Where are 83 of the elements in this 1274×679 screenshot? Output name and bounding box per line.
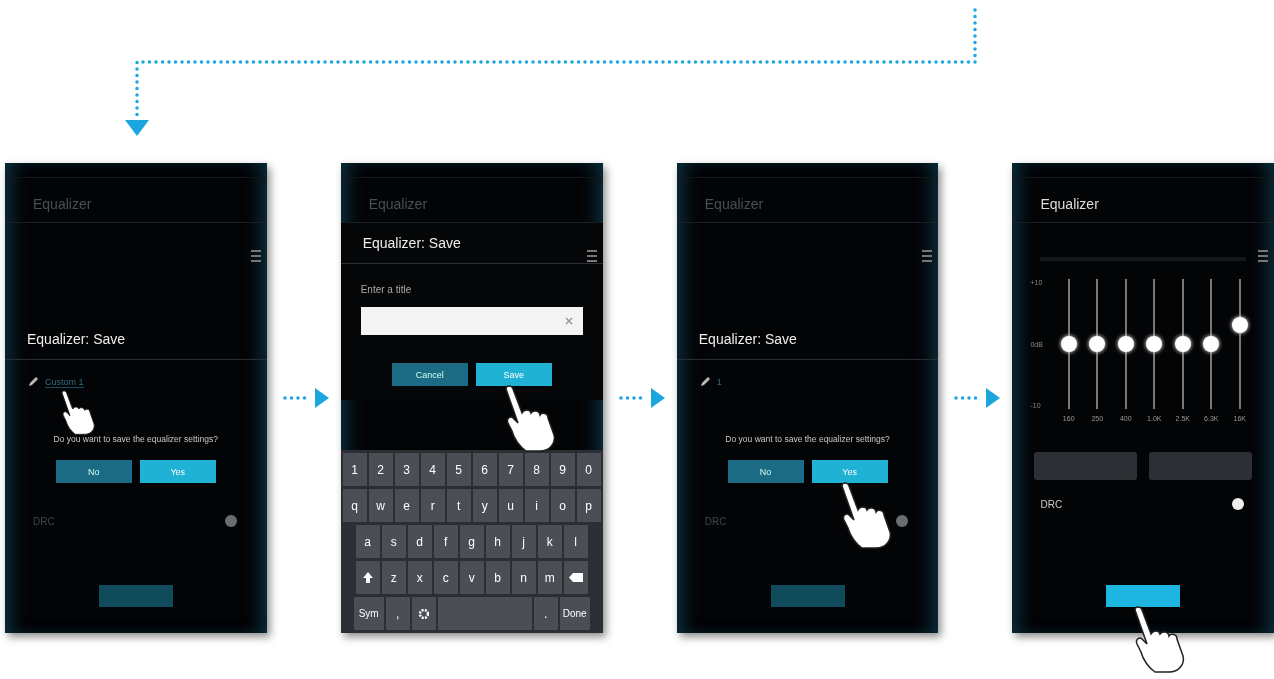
preset-name-field[interactable]: 1 <box>716 376 722 388</box>
keyboard-key[interactable]: 3 <box>394 453 419 486</box>
menu-icon[interactable] <box>586 249 597 263</box>
gear-icon <box>418 608 429 619</box>
dialog-message: Do you want to save the equalizer settings? <box>52 434 219 446</box>
keyboard-key[interactable]: h <box>485 525 510 558</box>
keyboard-key[interactable]: z <box>381 561 406 594</box>
keyboard-key[interactable]: 0 <box>576 453 601 486</box>
keyboard-key[interactable]: f <box>433 525 458 558</box>
slider-thumb[interactable] <box>1174 336 1191 352</box>
slider-thumb[interactable] <box>1060 336 1077 352</box>
screen-title: Equalizer <box>5 178 267 223</box>
menu-icon[interactable] <box>250 249 261 263</box>
dialog-message: Do you want to save the equalizer settings? <box>724 434 891 446</box>
keyboard-key[interactable]: b <box>485 561 510 594</box>
keyboard-key[interactable]: 5 <box>446 453 471 486</box>
keyboard-key[interactable]: e <box>394 489 419 522</box>
preset-name-field[interactable]: Custom 1 <box>45 376 84 388</box>
keyboard-key[interactable]: . <box>533 597 558 630</box>
slider-thumb[interactable] <box>1231 316 1248 333</box>
dialog-title: Equalizer: Save <box>340 223 603 264</box>
screen-title: Equalizer <box>1012 178 1274 223</box>
keyboard-key[interactable]: j <box>511 525 536 558</box>
keyboard-key[interactable]: t <box>446 489 471 522</box>
keyboard-key[interactable]: Done <box>559 597 590 630</box>
backspace-icon <box>568 573 583 582</box>
keyboard-key[interactable]: w <box>368 489 393 522</box>
keyboard-key[interactable]: m <box>537 561 562 594</box>
pencil-icon <box>698 376 711 388</box>
screen-title: Equalizer <box>676 178 939 223</box>
keyboard-key[interactable]: d <box>407 525 432 558</box>
dialog-button[interactable]: Cancel <box>391 363 468 386</box>
keyboard-key[interactable]: 1 <box>342 453 367 486</box>
slider-thumb[interactable] <box>1203 336 1220 352</box>
keyboard-key[interactable]: n <box>511 561 536 594</box>
keyboard-key[interactable]: p <box>576 489 601 522</box>
slider-thumb[interactable] <box>1089 336 1106 352</box>
pencil-icon <box>27 376 39 388</box>
next-arrow <box>618 386 667 410</box>
drc-toggle[interactable] <box>896 515 909 527</box>
keyboard-key[interactable]: Sym <box>353 597 384 630</box>
drc-label: DRC <box>704 515 727 527</box>
keyboard-key[interactable]: r <box>420 489 445 522</box>
drc-label: DRC <box>1040 498 1063 510</box>
keyboard-key[interactable]: 8 <box>524 453 549 486</box>
keyboard-key[interactable]: i <box>524 489 549 522</box>
settings-key[interactable] <box>411 597 436 630</box>
keyboard-key[interactable]: 2 <box>368 453 393 486</box>
keyboard-key[interactable]: 7 <box>498 453 523 486</box>
keyboard-key[interactable]: 9 <box>550 453 575 486</box>
drc-toggle[interactable] <box>224 515 237 527</box>
menu-icon[interactable] <box>922 249 933 263</box>
keyboard-key[interactable]: v <box>459 561 484 594</box>
keyboard-key[interactable]: g <box>459 525 484 558</box>
keyboard-key[interactable]: s <box>381 525 406 558</box>
dialog-button[interactable]: No <box>55 460 132 483</box>
slider-thumb[interactable] <box>1117 336 1134 352</box>
next-arrow <box>282 386 331 410</box>
title-input-field[interactable] <box>360 307 583 335</box>
clear-icon[interactable] <box>564 317 573 325</box>
keyboard-key[interactable]: k <box>537 525 562 558</box>
keyboard-key[interactable]: u <box>498 489 523 522</box>
dialog-prompt: Enter a title <box>359 283 413 297</box>
drc-label: DRC <box>33 515 55 527</box>
up-arrow-icon <box>362 572 373 583</box>
shift-key[interactable] <box>355 561 380 594</box>
keyboard-key[interactable]: x <box>407 561 432 594</box>
keyboard-key[interactable]: o <box>550 489 575 522</box>
keyboard-key[interactable]: 6 <box>472 453 497 486</box>
keyboard-key[interactable]: q <box>342 489 367 522</box>
keyboard-key[interactable]: a <box>355 525 380 558</box>
backspace-key[interactable] <box>563 561 588 594</box>
keyboard-key[interactable]: l <box>563 525 588 558</box>
dialog-button[interactable]: No <box>727 460 804 483</box>
keyboard-key[interactable]: c <box>433 561 458 594</box>
dialog-title: Equalizer: Save <box>676 319 939 360</box>
drc-toggle[interactable] <box>1232 498 1244 510</box>
keyboard-key[interactable]: , <box>385 597 410 630</box>
keyboard-key[interactable]: y <box>472 489 497 522</box>
keyboard-key[interactable]: 4 <box>420 453 445 486</box>
menu-icon[interactable] <box>1258 249 1268 263</box>
dialog-title: Equalizer: Save <box>5 319 267 360</box>
slider-thumb[interactable] <box>1146 336 1163 352</box>
